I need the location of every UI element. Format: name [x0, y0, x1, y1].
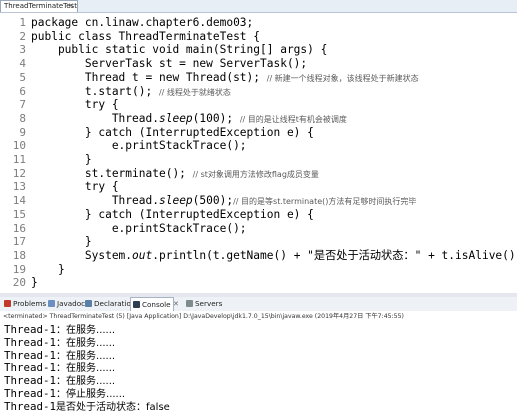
- code-editor[interactable]: 1 package cn.linaw.chapter6.demo03; 2 publi…: [0, 13, 517, 293]
- code-token: Thread.: [31, 111, 159, 125]
- console-message: ：停止服务......: [56, 389, 126, 400]
- code-token: } catch (InterruptedException e) {: [31, 207, 314, 221]
- console-message: ：在服务......: [56, 363, 116, 375]
- tab-javadoc[interactable]: Javadoc: [46, 298, 87, 310]
- thread-name: Thread-1: [4, 374, 57, 388]
- code-token: st.terminate();: [31, 166, 193, 180]
- code-comment: // 线程处于就绪状态: [158, 87, 231, 97]
- console-line: Thread-1：在服务......: [4, 374, 115, 387]
- console-icon: [133, 301, 140, 308]
- code-token: (100);: [192, 111, 240, 125]
- code-token: ServerTask st = new ServerTask();: [31, 57, 308, 71]
- close-icon[interactable]: ✕: [68, 1, 74, 12]
- close-icon[interactable]: ✕: [173, 300, 179, 308]
- code-token: Thread.: [31, 194, 159, 208]
- editor-tab-threadterminatetest[interactable]: ThreadTerminateTest.java ✕: [0, 0, 78, 12]
- console-message: ：在服务......: [56, 376, 116, 388]
- code-token: e.printStackTrace();: [31, 139, 247, 153]
- line-number: 20: [12, 276, 26, 290]
- tab-label: Console: [142, 300, 171, 309]
- thread-name: Thread-1: [4, 348, 57, 362]
- console-output[interactable]: Thread-1：在服务...... Thread-1：在服务...... Thre…: [0, 322, 517, 413]
- console-message: ：在服务......: [56, 337, 116, 349]
- code-token: }: [31, 235, 92, 249]
- tab-label: Javadoc: [57, 299, 86, 308]
- thread-name: Thread-1: [4, 387, 57, 400]
- console-line: Thread-1：在服务......: [4, 323, 115, 336]
- code-comment: // 目的是让线程t有机会被调度: [239, 114, 347, 124]
- declaration-icon: [85, 300, 92, 307]
- javadoc-icon: [48, 300, 55, 307]
- code-token: try {: [31, 180, 119, 194]
- tab-console[interactable]: Console: [130, 297, 174, 312]
- console-line: Thread-1：在服务......: [4, 361, 115, 374]
- console-line: Thread-1：在服务......: [4, 349, 115, 362]
- tab-problems[interactable]: Problems: [2, 298, 48, 310]
- code-token: try {: [31, 98, 119, 112]
- code-token: sleep: [158, 111, 193, 125]
- code-token: } catch (InterruptedException e) {: [31, 125, 314, 139]
- code-token: (500);: [192, 194, 234, 208]
- editor-tab-label: ThreadTerminateTest.java: [4, 2, 77, 10]
- code-token: }: [31, 262, 65, 276]
- code-token: public static void main(String[] args) {: [31, 43, 328, 57]
- problems-icon: [4, 300, 11, 307]
- code-token: public class ThreadTerminateTest {: [31, 29, 261, 43]
- code-token: Thread t = new Thread(st);: [31, 70, 267, 84]
- thread-name: Thread-1: [4, 335, 57, 349]
- thread-name: Thread-1: [4, 399, 57, 413]
- code-token: package cn.linaw.chapter6.demo03;: [31, 16, 254, 29]
- code-token: .println(t.getName() + "是否处于活动状态：" + t.i…: [152, 248, 517, 262]
- code-comment: // st对象调用方法修改flag成员变量: [192, 169, 319, 179]
- console-line: Thread-1：在服务......: [4, 336, 115, 349]
- thread-name: Thread-1: [4, 323, 57, 336]
- tab-label: Problems: [13, 299, 47, 308]
- console-message: ：在服务......: [56, 350, 116, 362]
- code-comment: // 新建一个线程对象，该线程处于新建状态: [266, 73, 419, 83]
- code-token: }: [31, 276, 38, 290]
- code-comment: // 目的是等st.terminate()方法有足够时间执行完毕: [233, 197, 417, 207]
- code-token: }: [31, 153, 92, 166]
- code-token: out: [132, 248, 153, 262]
- code-token: e.printStackTrace();: [31, 221, 247, 235]
- servers-icon: [186, 300, 193, 307]
- console-status-line: <terminated> ThreadTerminateTest (5) [Ja…: [0, 311, 517, 322]
- console-message: 是否处于活动状态：false: [56, 401, 170, 413]
- console-message: ：在服务......: [56, 325, 116, 336]
- code-token: t.start();: [31, 84, 159, 98]
- console-line: Thread-1是否处于活动状态：false: [4, 400, 170, 413]
- code-token: sleep: [158, 194, 193, 208]
- console-line: Thread-1：停止服务......: [4, 387, 125, 400]
- code-line: 20}: [0, 275, 517, 291]
- editor-tab-bar: ThreadTerminateTest.java ✕: [0, 0, 517, 13]
- thread-name: Thread-1: [4, 361, 57, 375]
- bottom-panel-tab-bar: Problems Javadoc Declaration Console ✕ Server…: [0, 297, 517, 312]
- tab-label: Servers: [195, 299, 223, 308]
- code-token: System.: [31, 248, 133, 262]
- tab-servers[interactable]: Servers: [184, 298, 224, 310]
- code-text: }: [31, 275, 38, 291]
